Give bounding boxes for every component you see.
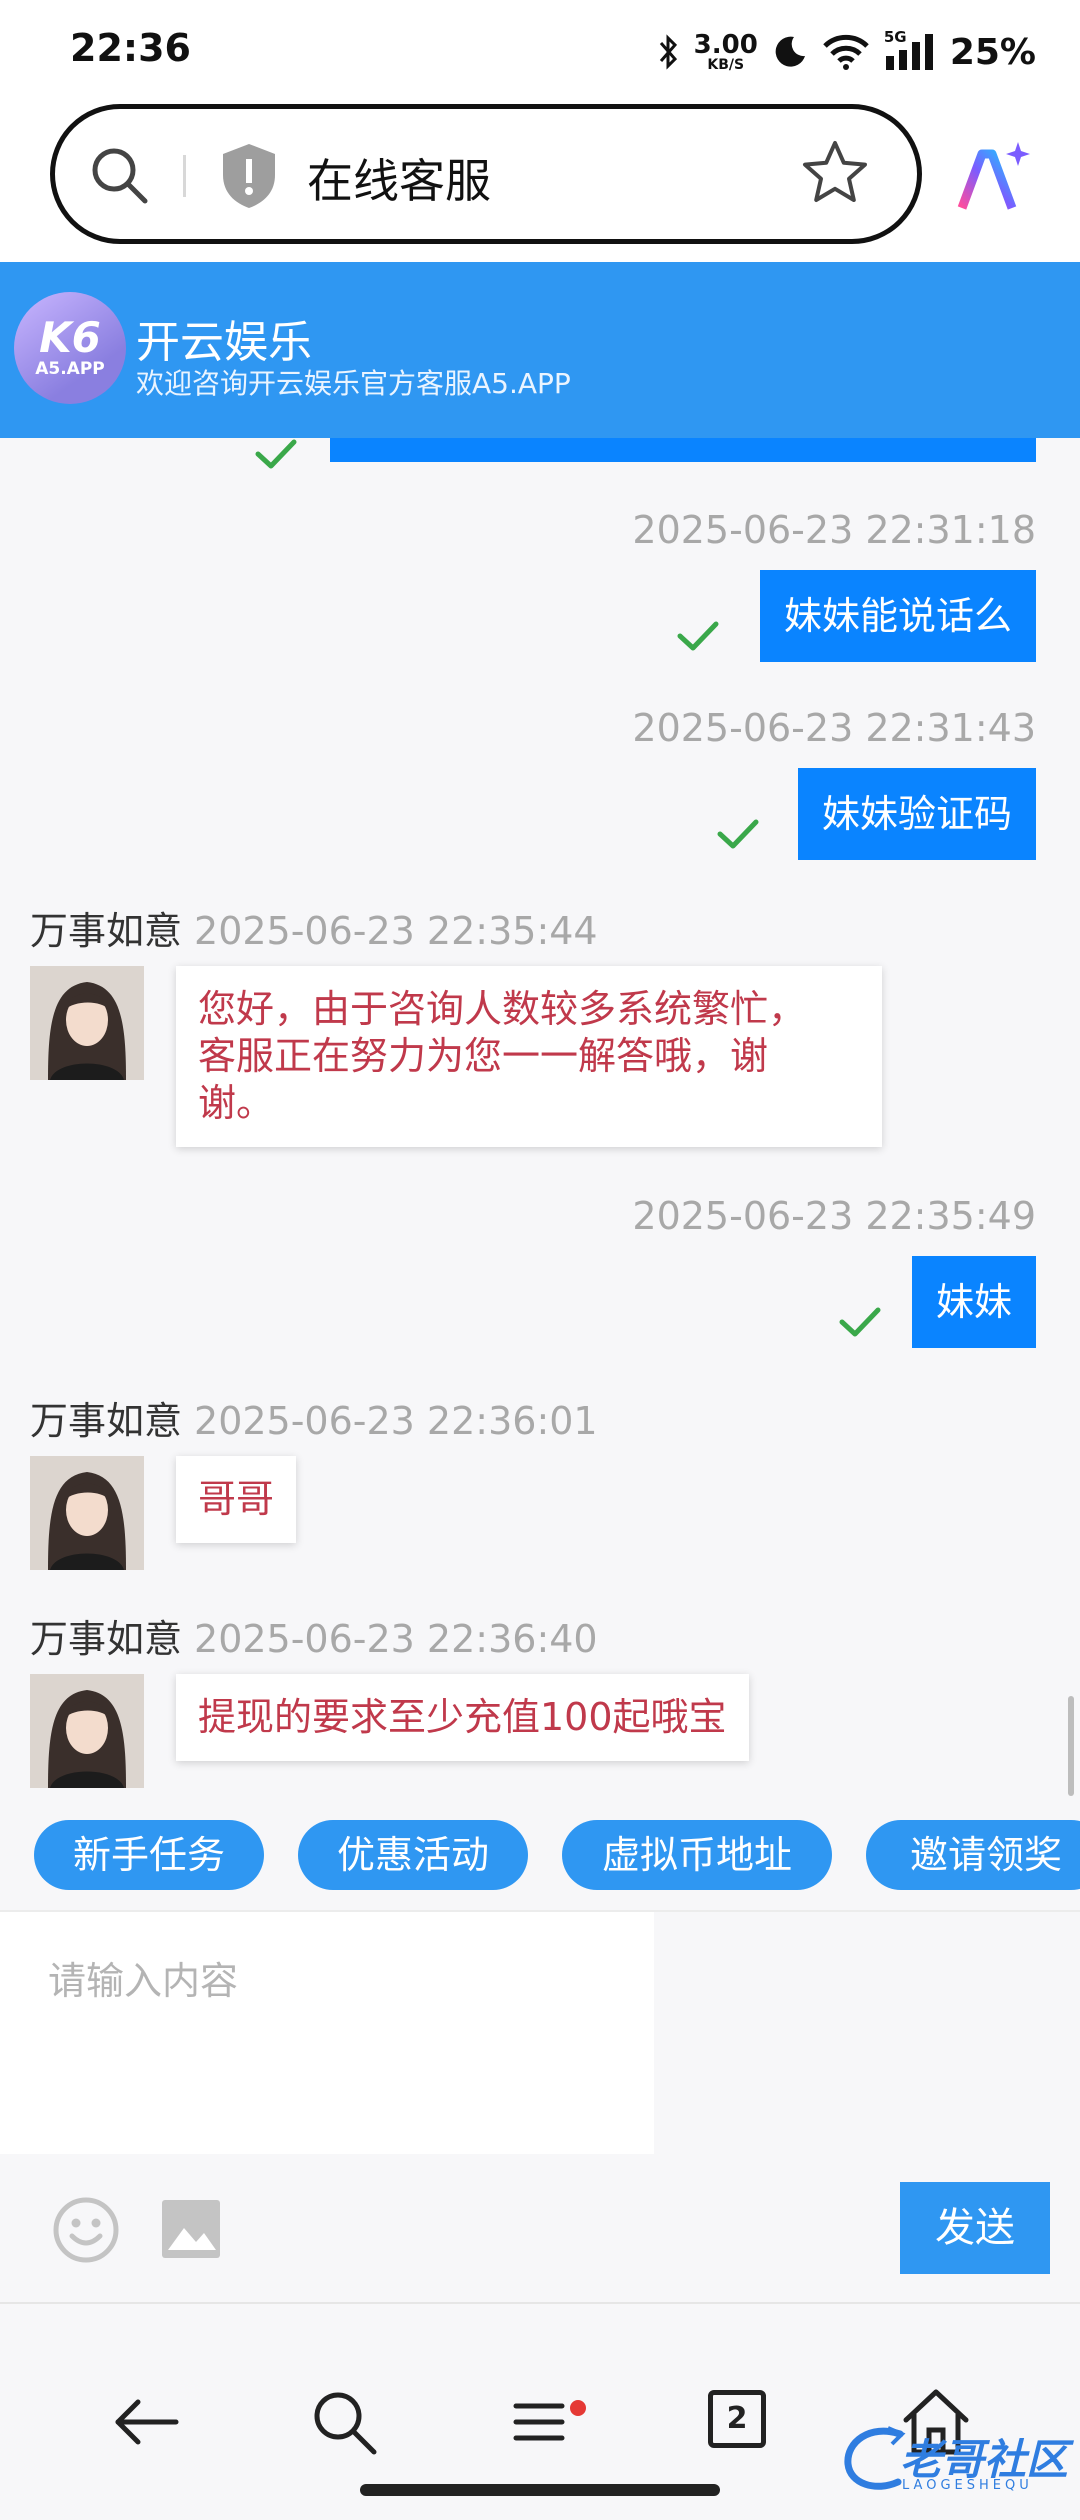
- notification-dot: [570, 2400, 586, 2416]
- read-check-icon: [717, 819, 759, 849]
- brand-logo-sub: A5.APP: [35, 359, 105, 379]
- bluetooth-icon: [659, 34, 677, 70]
- sender-name: 万事如意: [30, 909, 183, 953]
- incoming-bubble[interactable]: 提现的要求至少充值100起哦宝: [176, 1674, 749, 1761]
- app-name: 开云娱乐: [136, 317, 312, 368]
- read-check-icon: [839, 1307, 881, 1337]
- watermark-sub: LAOGESHEQU: [902, 2478, 1033, 2493]
- net-speed-unit: KB/S: [707, 57, 745, 73]
- home-indicator[interactable]: [360, 2484, 720, 2496]
- message-input[interactable]: [0, 1912, 654, 2154]
- image-upload-icon[interactable]: [162, 2200, 220, 2258]
- brand-logo: K6 A5.APP: [14, 292, 126, 404]
- message-timestamp: 2025-06-23 22:36:01: [194, 1399, 598, 1443]
- avatar[interactable]: [30, 1456, 144, 1570]
- message-sender: 万事如意 2025-06-23 22:36:01: [30, 1390, 598, 1445]
- sender-name: 万事如意: [30, 1617, 183, 1661]
- quick-actions: 新手任务 优惠活动 虚拟币地址 邀请领奖: [0, 1800, 1080, 1910]
- avatar[interactable]: [30, 1674, 144, 1788]
- status-bar: 22:36 3.00 KB/S 5G 25%: [0, 0, 1080, 100]
- watermark: 老哥社区 LAOGESHEQU: [840, 2420, 1076, 2500]
- read-check-icon: [255, 439, 297, 469]
- agent-avatar-image: [30, 966, 144, 1080]
- app-subtitle: 欢迎咨询开云娱乐官方客服A5.APP: [136, 367, 571, 400]
- net-speed-value: 3.00: [693, 30, 758, 60]
- incoming-bubble-line: 您好，由于咨询人数较多系统繁忙，: [198, 987, 807, 1031]
- status-time: 22:36: [70, 26, 191, 70]
- read-check-icon: [677, 621, 719, 651]
- signal-icon: [885, 34, 933, 70]
- battery-percent: 25%: [949, 31, 1036, 73]
- message-timestamp: 2025-06-23 22:31:18: [632, 508, 1036, 552]
- incoming-bubble-line: 客服正在努力为您一一解答哦，谢: [198, 1034, 769, 1078]
- scrollbar[interactable]: [1068, 1696, 1074, 1796]
- outgoing-bubble[interactable]: 妹妹能说话么: [759, 570, 1036, 662]
- message-timestamp: 2025-06-23 22:35:49: [632, 1194, 1036, 1238]
- menu-icon[interactable]: [502, 2384, 578, 2460]
- star-icon[interactable]: [799, 137, 871, 209]
- message-sender: 万事如意 2025-06-23 22:35:44: [30, 900, 598, 955]
- incoming-bubble[interactable]: 您好，由于咨询人数较多系统繁忙， 客服正在努力为您一一解答哦，谢 谢。: [176, 966, 882, 1147]
- address-bar[interactable]: 在线客服: [50, 104, 922, 244]
- search-icon[interactable]: [306, 2384, 382, 2460]
- shield-icon[interactable]: [219, 141, 279, 211]
- message-timestamp: 2025-06-23 22:31:43: [632, 706, 1036, 750]
- status-icons: 3.00 KB/S 5G 25%: [658, 24, 1036, 80]
- composer: 发送: [0, 1910, 1080, 2302]
- message-timestamp: 2025-06-23 22:36:40: [194, 1617, 598, 1661]
- avatar[interactable]: [30, 966, 144, 1080]
- moon-icon: [775, 36, 805, 67]
- send-button[interactable]: 发送: [900, 2182, 1050, 2274]
- cell-signal: 5G: [884, 28, 936, 72]
- chat-messages[interactable]: 2025-06-23 22:31:18 妹妹能说话么 2025-06-23 22…: [0, 438, 1080, 1800]
- emoji-icon[interactable]: [52, 2196, 120, 2264]
- brand-logo-mark: K6: [39, 313, 101, 362]
- message-sender: 万事如意 2025-06-23 22:36:40: [30, 1608, 598, 1663]
- search-icon[interactable]: [87, 143, 151, 207]
- message-timestamp: 2025-06-23 22:35:44: [194, 909, 598, 953]
- net-speed: 3.00 KB/S: [694, 32, 758, 72]
- chip-invite-rewards[interactable]: 邀请领奖: [866, 1820, 1080, 1890]
- back-arrow-icon[interactable]: [108, 2384, 184, 2460]
- outgoing-bubble-partial: [330, 438, 1036, 462]
- agent-avatar-image: [30, 1456, 144, 1570]
- sender-name: 万事如意: [30, 1399, 183, 1443]
- chip-promotions[interactable]: 优惠活动: [298, 1820, 528, 1890]
- incoming-bubble[interactable]: 哥哥: [176, 1456, 297, 1543]
- chip-crypto-address[interactable]: 虚拟币地址: [562, 1820, 832, 1890]
- ai-assistant-icon[interactable]: [952, 138, 1032, 218]
- outgoing-bubble[interactable]: 妹妹验证码: [797, 768, 1036, 860]
- outgoing-bubble[interactable]: 妹妹: [911, 1256, 1036, 1348]
- agent-avatar-image: [30, 1674, 144, 1788]
- incoming-bubble-line: 谢。: [198, 1081, 275, 1125]
- address-divider: [183, 155, 186, 197]
- wifi-icon: [823, 34, 869, 70]
- screen: 22:36 3.00 KB/S 5G 25% 在线客服 K6 A5.APP 开云…: [0, 0, 1080, 2520]
- tabs-button[interactable]: 2: [708, 2390, 766, 2448]
- page-title[interactable]: 在线客服: [307, 145, 491, 211]
- chip-newbie-tasks[interactable]: 新手任务: [34, 1820, 264, 1890]
- chat-header: K6 A5.APP 开云娱乐 欢迎咨询开云娱乐官方客服A5.APP: [0, 262, 1080, 438]
